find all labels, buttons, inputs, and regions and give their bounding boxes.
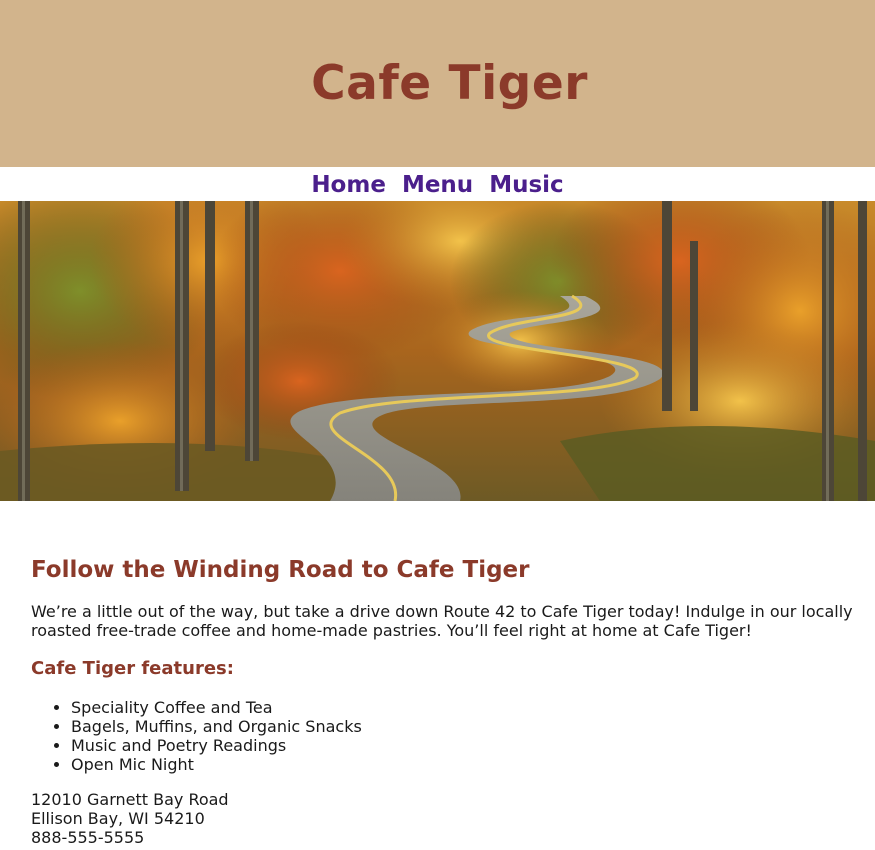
section-heading: Follow the Winding Road to Cafe Tiger xyxy=(31,557,530,583)
list-item: Open Mic Night xyxy=(71,755,859,774)
main-nav: Home Menu Music xyxy=(0,167,875,201)
site-title: Cafe Tiger xyxy=(311,56,588,111)
hero-image xyxy=(0,201,875,501)
nav-link-music[interactable]: Music xyxy=(489,174,563,197)
address-street: 12010 Garnett Bay Road xyxy=(31,790,229,809)
address-city: Ellison Bay, WI 54210 xyxy=(31,809,205,828)
features-list: Speciality Coffee and Tea Bagels, Muffin… xyxy=(31,698,859,774)
address-block: 12010 Garnett Bay Road Ellison Bay, WI 5… xyxy=(31,790,859,847)
list-item: Speciality Coffee and Tea xyxy=(71,698,859,717)
nav-link-home[interactable]: Home xyxy=(311,174,386,197)
main-content: Follow the Winding Road to Cafe Tiger We… xyxy=(0,556,875,847)
intro-paragraph: We’re a little out of the way, but take … xyxy=(31,602,853,640)
phone-number: 888-555-5555 xyxy=(31,828,145,847)
list-item: Bagels, Muffins, and Organic Snacks xyxy=(71,717,859,736)
nav-link-menu[interactable]: Menu xyxy=(402,174,473,197)
features-heading: Cafe Tiger features: xyxy=(31,658,234,679)
winding-road-photo xyxy=(0,201,875,501)
list-item: Music and Poetry Readings xyxy=(71,736,859,755)
site-header: Cafe Tiger xyxy=(0,0,875,167)
